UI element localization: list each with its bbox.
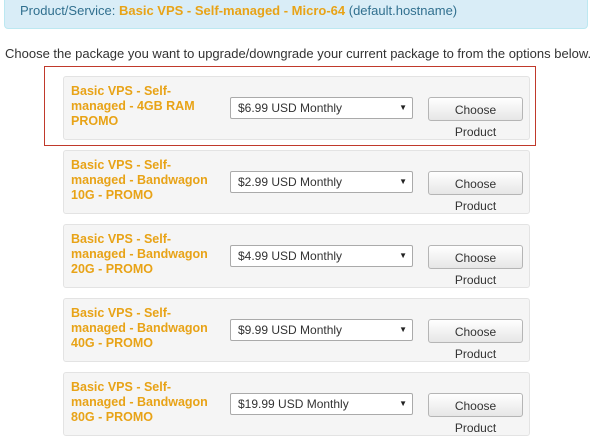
dropdown-arrow-icon: ▼: [399, 251, 407, 260]
choose-product-button[interactable]: Choose Product: [428, 171, 523, 213]
upgrade-page: Product/Service: Basic VPS - Self-manage…: [0, 0, 600, 447]
current-product-name: Basic VPS - Self-managed - Micro-64: [119, 3, 346, 18]
product-row: Basic VPS - Self-managed - Bandwagon 10G…: [63, 150, 530, 214]
product-title: Basic VPS - Self-managed - Bandwagon 40G…: [71, 306, 208, 350]
billing-cycle-select[interactable]: $4.99 USD Monthly ▼: [230, 245, 413, 267]
product-title: Basic VPS - Self-managed - 4GB RAM PROMO: [71, 84, 195, 128]
dropdown-arrow-icon: ▼: [399, 399, 407, 408]
product-title: Basic VPS - Self-managed - Bandwagon 80G…: [71, 380, 208, 424]
billing-cycle-select[interactable]: $2.99 USD Monthly ▼: [230, 171, 413, 193]
product-service-label: Product/Service:: [20, 3, 119, 18]
current-product-info: Product/Service: Basic VPS - Self-manage…: [4, 0, 588, 29]
product-row: Basic VPS - Self-managed - Bandwagon 20G…: [63, 224, 530, 288]
selected-price: $4.99 USD Monthly: [238, 249, 343, 263]
choose-product-button[interactable]: Choose Product: [428, 97, 523, 139]
selected-price: $2.99 USD Monthly: [238, 175, 343, 189]
choose-product-button[interactable]: Choose Product: [428, 319, 523, 361]
product-row: Basic VPS - Self-managed - 4GB RAM PROMO…: [63, 76, 530, 140]
current-hostname: (default.hostname): [345, 3, 458, 18]
billing-cycle-select[interactable]: $6.99 USD Monthly ▼: [230, 97, 413, 119]
selected-price: $9.99 USD Monthly: [238, 323, 343, 337]
dropdown-arrow-icon: ▼: [399, 325, 407, 334]
choose-product-button[interactable]: Choose Product: [428, 393, 523, 435]
dropdown-arrow-icon: ▼: [399, 103, 407, 112]
billing-cycle-select[interactable]: $9.99 USD Monthly ▼: [230, 319, 413, 341]
instructions-text: Choose the package you want to upgrade/d…: [5, 46, 592, 61]
selected-price: $6.99 USD Monthly: [238, 101, 343, 115]
product-row: Basic VPS - Self-managed - Bandwagon 80G…: [63, 372, 530, 436]
billing-cycle-select[interactable]: $19.99 USD Monthly ▼: [230, 393, 413, 415]
product-title: Basic VPS - Self-managed - Bandwagon 10G…: [71, 158, 208, 202]
selected-price: $19.99 USD Monthly: [238, 397, 349, 411]
product-row: Basic VPS - Self-managed - Bandwagon 40G…: [63, 298, 530, 362]
product-list: Basic VPS - Self-managed - 4GB RAM PROMO…: [63, 76, 530, 446]
product-title: Basic VPS - Self-managed - Bandwagon 20G…: [71, 232, 208, 276]
choose-product-button[interactable]: Choose Product: [428, 245, 523, 287]
dropdown-arrow-icon: ▼: [399, 177, 407, 186]
